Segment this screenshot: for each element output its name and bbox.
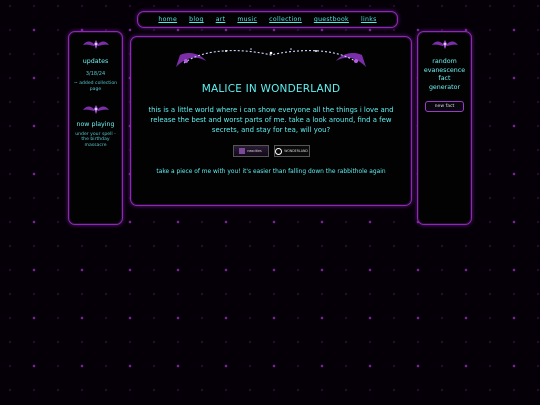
main-panel: MALICE IN WONDERLAND this is a little wo… (130, 36, 412, 206)
site-buttons: neocities WONDERLAND (131, 145, 411, 157)
update-text: ~ added collection page (73, 81, 118, 92)
intro-text: this is a little world where i can show … (148, 106, 394, 134)
right-sidebar: random evanescence fact generator new fa… (417, 31, 472, 225)
tagline: take a piece of me with you! it's easier… (156, 169, 386, 175)
ornament-icon (82, 40, 109, 49)
left-sidebar: updates 3/18/24 ~ added collection page … (68, 31, 123, 225)
now-playing-text: under your spell - the birthday massacre (75, 131, 116, 149)
update-date: 3/18/24 (85, 71, 106, 77)
nav-link-links[interactable]: links (361, 16, 377, 23)
swirl-icon (275, 147, 283, 155)
button2-text: WONDERLAND (284, 149, 308, 153)
sparkle-banner-icon (176, 48, 366, 67)
nav-link-guestbook[interactable]: guestbook (314, 16, 349, 23)
nav-link-collection[interactable]: collection (269, 16, 302, 23)
nav-link-music[interactable]: music (237, 16, 257, 23)
updates-title: updates (82, 58, 109, 65)
new-fact-button[interactable]: new fact (424, 101, 465, 112)
neocities-button[interactable]: neocities (232, 145, 269, 157)
ornament-icon (431, 40, 458, 49)
wonderland-button[interactable]: WONDERLAND (273, 145, 310, 157)
nav-link-blog[interactable]: blog (189, 16, 204, 23)
nav-bar: home blog art music collection guestbook… (137, 11, 398, 28)
fact-generator-title: random evanescence fact generator (423, 58, 466, 91)
now-playing-title: now playing (76, 120, 115, 128)
ornament-icon (82, 104, 109, 114)
nav-link-art[interactable]: art (216, 16, 226, 23)
button1-text: neocities (247, 149, 262, 153)
nav-link-home[interactable]: home (158, 16, 177, 23)
page-title: MALICE IN WONDERLAND (201, 83, 341, 95)
cat-icon (239, 148, 246, 154)
